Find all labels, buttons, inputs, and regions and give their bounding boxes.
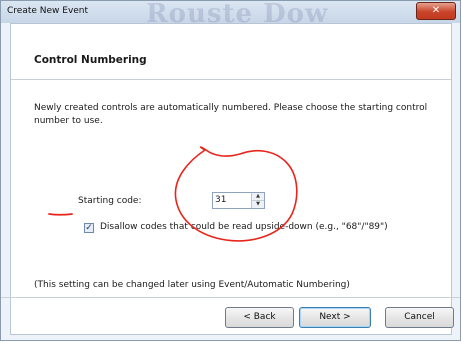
window-title: Create New Event [7, 6, 89, 16]
settings-note: (This setting can be changed later using… [34, 280, 350, 290]
close-button[interactable]: ✕ [416, 2, 456, 20]
disallow-upside-down-checkbox[interactable]: ✓ [84, 223, 94, 233]
starting-code-input[interactable]: 31 [215, 195, 226, 205]
next-button[interactable]: Next > [299, 307, 371, 328]
spin-up-icon[interactable]: ▲ [252, 193, 264, 201]
back-button[interactable]: < Back [225, 307, 294, 328]
cancel-button[interactable]: Cancel [385, 307, 454, 328]
starting-code-label: Starting code: [78, 196, 142, 206]
starting-code-spinner[interactable]: 31 ▲ ▼ [212, 192, 265, 209]
footer-divider [1, 297, 460, 298]
spinner-buttons: ▲ ▼ [251, 193, 264, 208]
disallow-upside-down-label[interactable]: Disallow codes that could be read upside… [100, 222, 388, 232]
wizard-footer: < Back Next > Cancel [1, 297, 460, 343]
titlebar: Create New Event Rouste Dow ✕ [1, 0, 460, 29]
checkmark-icon: ✓ [85, 223, 93, 233]
close-icon: ✕ [431, 5, 441, 16]
description-text: Newly created controls are automatically… [34, 103, 428, 126]
wizard-content: Control Numbering Newly created controls… [10, 23, 452, 335]
spin-down-icon[interactable]: ▼ [252, 201, 264, 208]
page-title: Control Numbering [34, 54, 147, 66]
wizard-header: Control Numbering [11, 24, 451, 80]
create-new-event-window: Create New Event Rouste Dow ✕ Control Nu… [0, 0, 461, 341]
